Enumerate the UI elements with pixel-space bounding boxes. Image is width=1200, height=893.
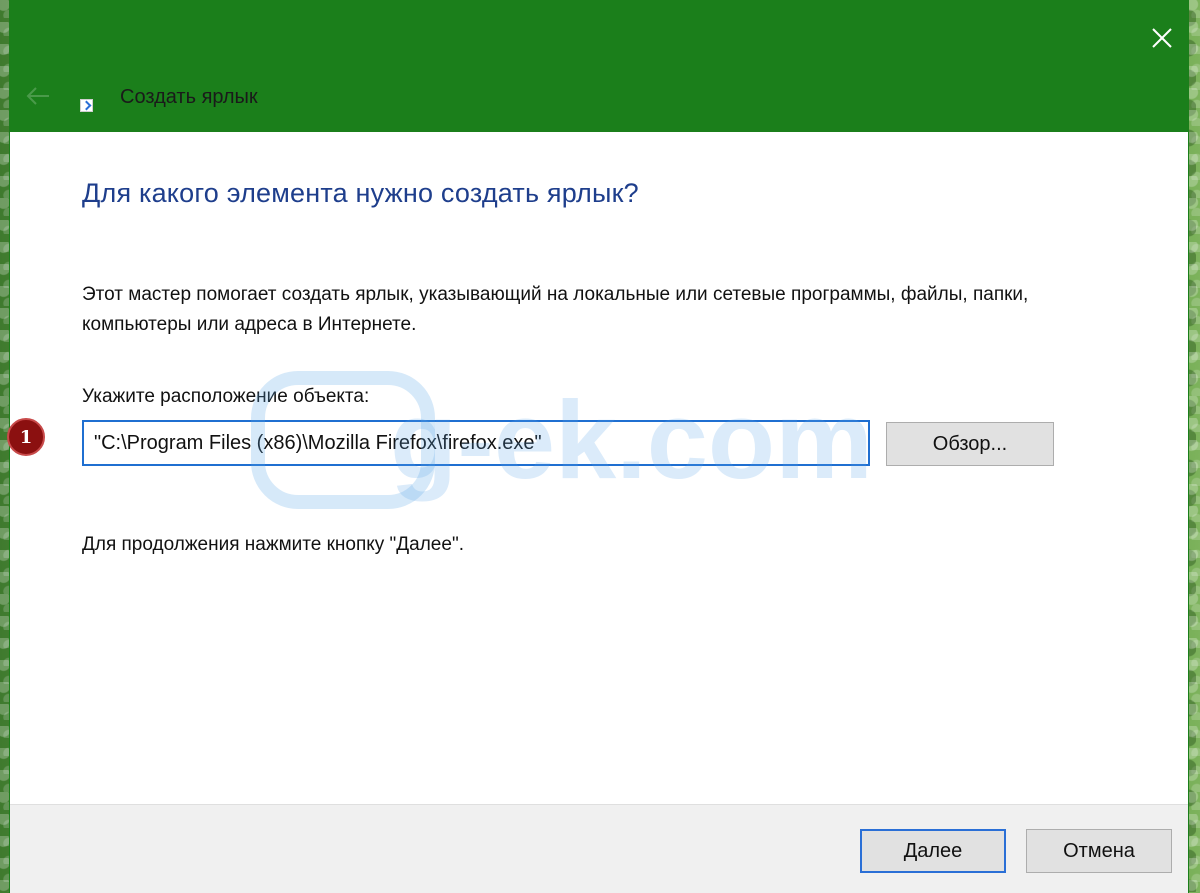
step-marker-badge: 1 [7, 418, 45, 456]
location-input[interactable] [82, 420, 870, 466]
back-button[interactable] [22, 84, 54, 108]
create-shortcut-dialog: Создать ярлык Для какого элемента нужно … [10, 0, 1188, 893]
back-arrow-icon [26, 87, 49, 105]
window-title: Создать ярлык [120, 86, 258, 108]
page-heading: Для какого элемента нужно создать ярлык? [82, 178, 639, 208]
next-button[interactable]: Далее [860, 829, 1006, 873]
shortcut-icon [80, 99, 93, 112]
close-button[interactable] [1142, 18, 1182, 58]
browse-button[interactable]: Обзор... [886, 422, 1054, 466]
continue-hint: Для продолжения нажмите кнопку "Далее". [82, 534, 464, 555]
button-bar: Далее Отмена [10, 804, 1188, 893]
cancel-button[interactable]: Отмена [1026, 829, 1172, 873]
close-icon [1152, 28, 1172, 48]
wizard-description: Этот мастер помогает создать ярлык, указ… [82, 284, 1029, 335]
title-bar: Создать ярлык [10, 0, 1188, 132]
location-label: Укажите расположение объекта: [82, 386, 370, 407]
